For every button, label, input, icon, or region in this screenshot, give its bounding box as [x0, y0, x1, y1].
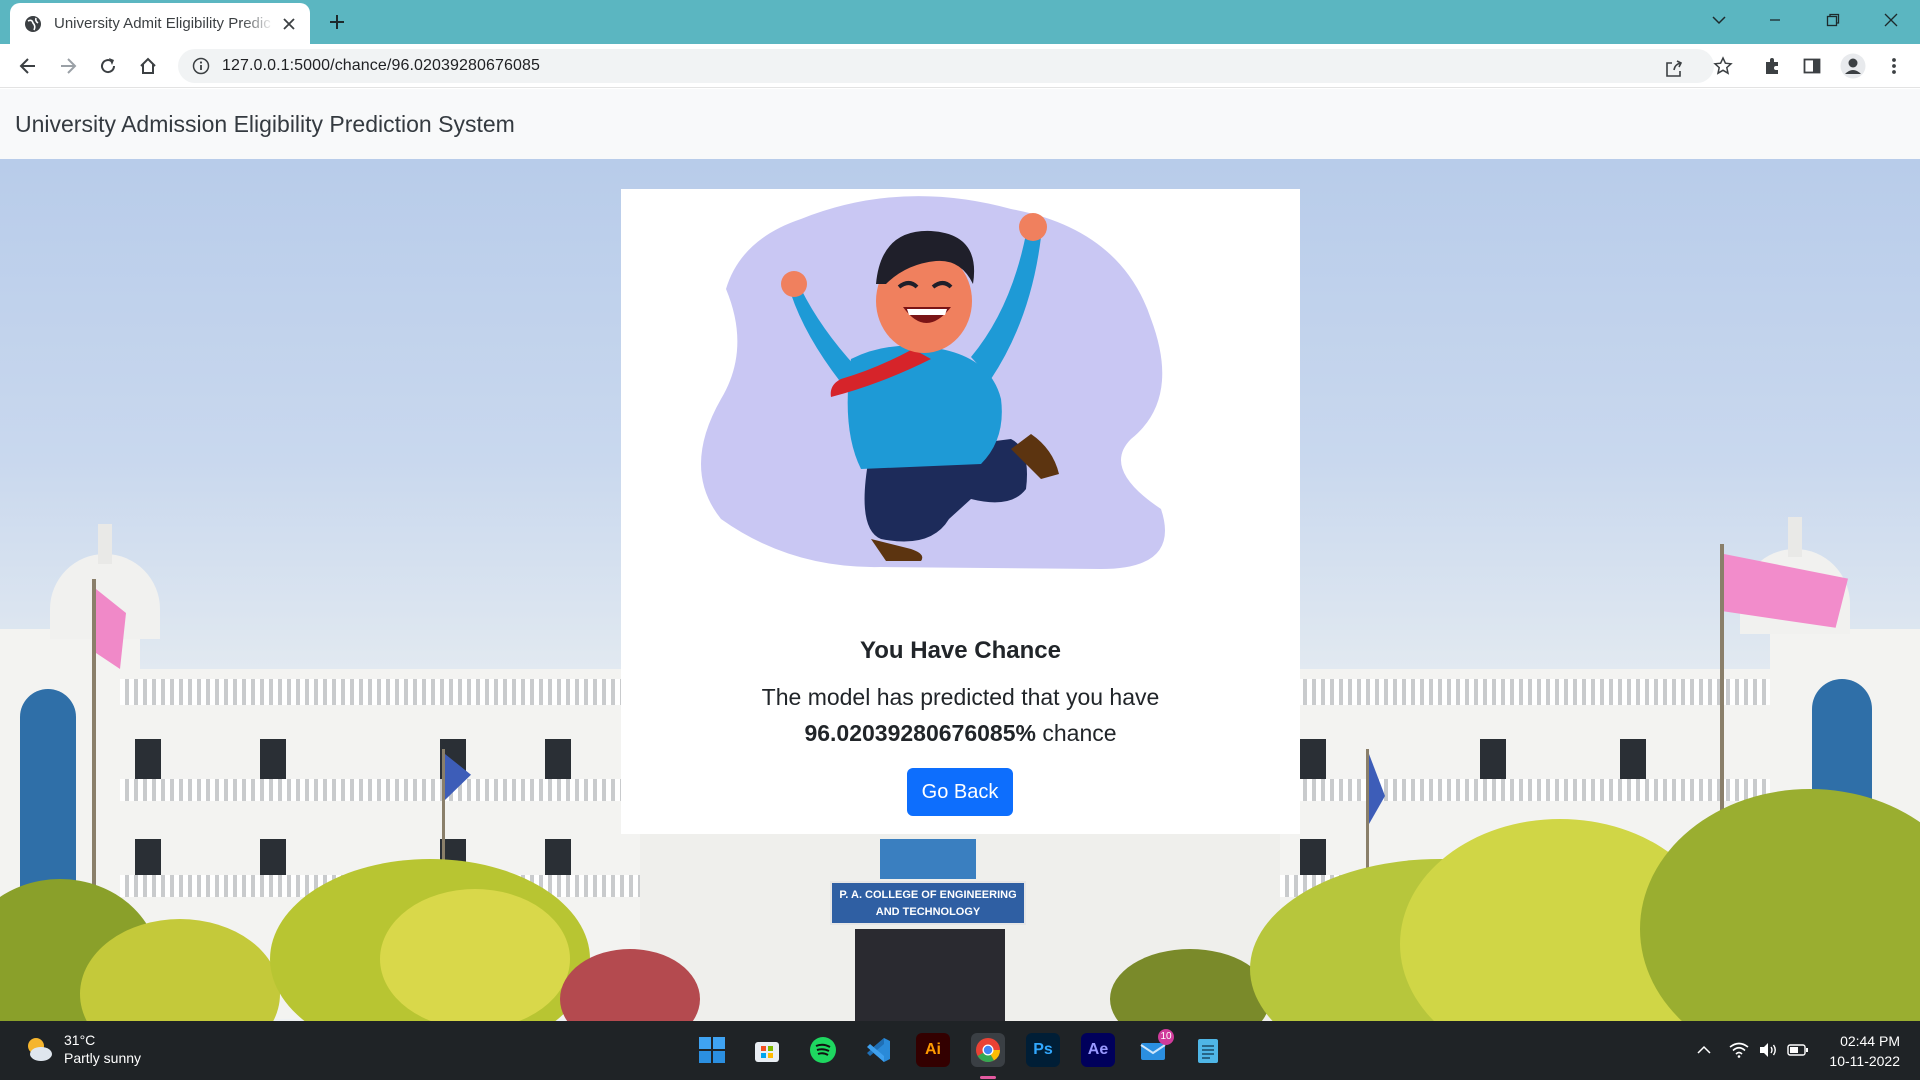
- globe-icon: [24, 15, 42, 33]
- windows-taskbar: 31°C Partly sunny Ai Ps Ae 10 02:44 PM 1…: [0, 1021, 1920, 1080]
- navbar-brand[interactable]: University Admission Eligibility Predict…: [15, 111, 515, 138]
- window: [135, 839, 161, 879]
- chrome-icon[interactable]: [971, 1033, 1005, 1067]
- right-dome-spire: [1788, 517, 1802, 557]
- window: [1300, 839, 1326, 879]
- profile-avatar-icon[interactable]: [1839, 52, 1867, 80]
- tab-strip: University Admit Eligibility Predic: [0, 0, 1920, 44]
- extensions-icon[interactable]: [1758, 52, 1786, 80]
- site-info-icon[interactable]: [192, 57, 210, 75]
- weather-condition: Partly sunny: [64, 1050, 142, 1066]
- bookmark-star-icon[interactable]: [1709, 52, 1737, 80]
- window: [1300, 739, 1326, 783]
- vscode-icon[interactable]: [861, 1033, 895, 1067]
- window: [135, 739, 161, 783]
- restore-icon[interactable]: [1810, 6, 1856, 34]
- side-panel-icon[interactable]: [1798, 52, 1826, 80]
- chance-percent: 96.02039280676085%: [804, 720, 1036, 746]
- window: [1480, 739, 1506, 783]
- college-sign: P. A. COLLEGE OF ENGINEERING AND TECHNOL…: [830, 881, 1026, 925]
- more-menu-icon[interactable]: [1880, 52, 1908, 80]
- weather-widget[interactable]: 31°C Partly sunny: [24, 1031, 141, 1067]
- window: [260, 839, 286, 879]
- forward-icon[interactable]: [54, 52, 82, 80]
- college-sign-line1: P. A. COLLEGE OF ENGINEERING: [839, 889, 1017, 901]
- left-dome-spire: [98, 524, 112, 564]
- result-line1: The model has predicted that you have: [761, 684, 1160, 710]
- window: [545, 839, 571, 879]
- mail-icon[interactable]: 10: [1136, 1029, 1174, 1067]
- browser-tab[interactable]: University Admit Eligibility Predic: [10, 3, 310, 44]
- battery-icon[interactable]: [1786, 1038, 1810, 1062]
- window: [545, 739, 571, 783]
- tab-title: University Admit Eligibility Predic: [54, 15, 271, 32]
- left-fist: [781, 271, 807, 297]
- result-heading: You Have Chance: [860, 637, 1061, 664]
- windows-start-icon[interactable]: [695, 1033, 729, 1067]
- flag-pole-left: [92, 579, 96, 909]
- top-railing-left: [120, 679, 640, 705]
- reload-icon[interactable]: [94, 52, 122, 80]
- jumping-man-illustration: [701, 196, 1165, 569]
- active-app-indicator: [980, 1076, 996, 1079]
- go-back-button[interactable]: Go Back: [907, 768, 1013, 816]
- center-glass: [880, 839, 976, 879]
- close-window-icon[interactable]: [1868, 6, 1914, 34]
- mail-badge: 10: [1158, 1029, 1174, 1045]
- share-icon[interactable]: [1662, 57, 1686, 81]
- main-entrance: [855, 929, 1005, 1021]
- right-fist: [1019, 213, 1047, 241]
- result-message: The model has predicted that you have 96…: [621, 679, 1300, 751]
- new-tab-icon[interactable]: [324, 9, 350, 35]
- address-bar[interactable]: 127.0.0.1:5000/chance/96.02039280676085: [178, 49, 1714, 83]
- wifi-icon[interactable]: [1727, 1038, 1751, 1062]
- college-sign-line2: AND TECHNOLOGY: [875, 906, 981, 918]
- chevron-up-icon[interactable]: [1692, 1038, 1716, 1062]
- mid-railing-left: [120, 779, 640, 801]
- url-text: 127.0.0.1:5000/chance/96.02039280676085: [222, 57, 540, 74]
- weather-temperature: 31°C: [64, 1032, 96, 1048]
- partly-sunny-icon: [28, 1038, 52, 1061]
- window: [1620, 739, 1646, 783]
- page-navbar: University Admission Eligibility Predict…: [0, 89, 1920, 159]
- system-clock[interactable]: 02:44 PM 10-11-2022: [1829, 1031, 1900, 1071]
- minimize-icon[interactable]: [1752, 6, 1798, 34]
- spotify-icon[interactable]: [806, 1033, 840, 1067]
- result-card: You Have Chance The model has predicted …: [621, 189, 1300, 834]
- photoshop-icon[interactable]: Ps: [1026, 1033, 1060, 1067]
- browser-toolbar: 127.0.0.1:5000/chance/96.02039280676085: [0, 44, 1920, 88]
- clock-time: 02:44 PM: [1840, 1033, 1900, 1049]
- left-tower-window: [20, 689, 76, 899]
- back-icon[interactable]: [14, 52, 42, 80]
- home-icon[interactable]: [134, 52, 162, 80]
- illustrator-icon[interactable]: Ai: [916, 1033, 950, 1067]
- notepad-icon[interactable]: [1191, 1033, 1225, 1067]
- chance-suffix: chance: [1042, 720, 1117, 746]
- after-effects-icon[interactable]: Ae: [1081, 1033, 1115, 1067]
- tab-search-icon[interactable]: [1696, 6, 1742, 34]
- volume-icon[interactable]: [1756, 1038, 1780, 1062]
- result-line2: 96.02039280676085% chance: [621, 715, 1300, 751]
- close-tab-icon[interactable]: [280, 15, 298, 33]
- microsoft-store-icon[interactable]: [750, 1033, 784, 1067]
- clock-date: 10-11-2022: [1829, 1053, 1900, 1069]
- window: [260, 739, 286, 783]
- bush: [380, 889, 570, 1021]
